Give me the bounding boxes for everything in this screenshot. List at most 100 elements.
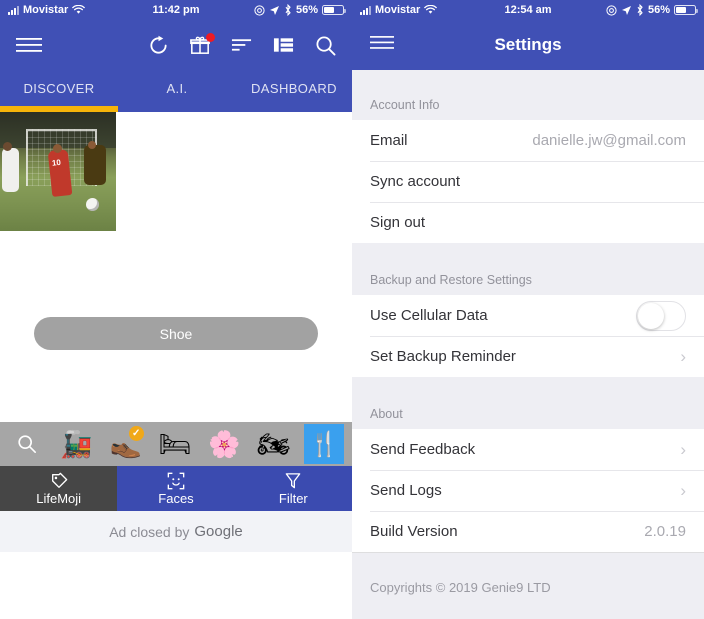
status-bar-carrier-group-right: Movistar [360,4,438,16]
toolbar-action-group [148,33,336,56]
settings-row-label: Email [370,132,408,149]
chevron-right-icon: › [680,440,686,459]
use-cellular-data-toggle[interactable] [636,300,686,331]
shoe-emoji[interactable]: 👞 ✓ [107,425,145,463]
funnel-icon [285,471,301,490]
cellular-signal-icon [360,5,371,15]
gift-notification-badge [206,33,215,42]
status-bar-carrier-group: Movistar [8,4,86,16]
primary-tab-bar: DISCOVER A.I. DASHBOARD [0,70,352,106]
toggle-knob [638,302,664,329]
wifi-icon [424,5,438,14]
app-header: DISCOVER A.I. DASHBOARD [0,20,352,112]
photo-thumbnail-soccer[interactable] [0,112,116,231]
tab-discover[interactable]: DISCOVER [0,81,118,96]
settings-screen: Movistar 12:54 am 56% Settings Account I… [352,0,704,619]
battery-percent-label: 56% [295,4,318,16]
page-title: Settings [494,35,562,54]
settings-row-build-version: Build Version 2.0.19 [352,511,704,552]
do-not-disturb-icon [254,4,265,16]
location-arrow-icon [269,5,279,15]
sort-icon[interactable] [231,36,252,54]
settings-row-use-cellular-data[interactable]: Use Cellular Data [352,295,704,336]
tag-icon [50,471,68,490]
gift-icon[interactable] [190,33,215,55]
bed-emoji[interactable]: 🛏 [156,425,194,463]
dual-screenshot: Movistar 11:42 pm 56% DISCOVER A.I. DASH… [0,0,704,619]
wifi-icon [72,5,86,14]
hamburger-menu-icon[interactable] [16,36,42,54]
ad-closed-text: Ad closed by [109,523,190,540]
chevron-right-icon: › [680,347,686,366]
bluetooth-icon [637,4,643,16]
section-header-about: About [352,377,704,429]
ad-closed-footer: Ad closed by Google [0,511,352,552]
flower-emoji[interactable]: 🌸 [205,425,243,463]
section-header-account-info: Account Info [352,70,704,120]
detected-label-pill[interactable]: Shoe [34,317,318,350]
cellular-signal-icon [8,5,19,15]
email-value: danielle.jw@gmail.com [532,132,686,149]
settings-row-label: Build Version [370,523,458,540]
bottom-tab-faces-label: Faces [158,491,194,506]
photo-soccer-ball [85,197,99,211]
bottom-tab-bar: LifeMoji Faces Filter [0,466,352,511]
list-view-icon[interactable] [273,36,294,54]
settings-row-sign-out[interactable]: Sign out [352,202,704,243]
settings-row-set-backup-reminder[interactable]: Set Backup Reminder › [352,336,704,377]
settings-row-label: Use Cellular Data [370,307,488,324]
battery-icon [674,5,698,15]
app-discover-screen: Movistar 11:42 pm 56% DISCOVER A.I. DASH… [0,0,352,619]
status-bar-right: Movistar 12:54 am 56% [352,0,704,20]
carrier-name: Movistar [375,4,421,16]
cutlery-emoji[interactable]: 🍴 [303,424,344,464]
battery-icon [322,5,346,15]
lifemoji-strip: 🚂 👞 ✓ 🛏 🌸 🏍 🍴 [0,422,352,466]
bottom-tab-lifemoji[interactable]: LifeMoji [0,466,118,511]
photo-grid: Shoe [0,112,352,422]
carrier-name: Movistar [23,4,69,16]
section-header-backup-restore: Backup and Restore Settings [352,243,704,295]
tank-emoji[interactable]: 🚂 [57,425,95,463]
settings-row-send-logs[interactable]: Send Logs › [352,470,704,511]
hamburger-menu-icon[interactable] [370,34,394,56]
bottom-tab-filter[interactable]: Filter [234,466,352,511]
bottom-tab-faces[interactable]: Faces [117,466,235,511]
app-toolbar [0,20,352,70]
bluetooth-icon [285,4,291,16]
settings-body: Account Info Email danielle.jw@gmail.com… [352,70,704,619]
tab-dashboard[interactable]: DASHBOARD [236,81,352,96]
chevron-right-icon: › [680,481,686,500]
tab-ai[interactable]: A.I. [118,81,236,96]
bottom-tab-filter-label: Filter [278,491,308,506]
google-wordmark: Google [194,523,243,540]
bottom-tab-lifemoji-label: LifeMoji [36,491,82,506]
copyright-text: Copyrights © 2019 Genie9 LTD [352,553,704,619]
search-icon[interactable] [8,425,46,463]
photo-goalkeeper-head [88,140,97,149]
settings-row-email[interactable]: Email danielle.jw@gmail.com [352,120,704,161]
label-pill-container: Shoe [0,317,352,350]
settings-row-label: Send Logs [370,482,442,499]
settings-row-label: Set Backup Reminder [370,348,516,365]
refresh-icon[interactable] [148,35,169,56]
settings-row-label: Sign out [370,214,426,231]
settings-row-sync-account[interactable]: Sync account [352,161,704,202]
photo-goalkeeper [83,145,106,186]
battery-percent-label: 56% [647,4,670,16]
settings-row-label: Sync account [370,173,461,190]
motorcycle-emoji[interactable]: 🏍 [255,425,293,463]
settings-header: Settings [352,20,704,70]
settings-row-label: Send Feedback [370,441,476,458]
shoe-selected-check-icon: ✓ [128,426,144,441]
photo-player-white [2,147,20,192]
status-bar-left: Movistar 11:42 pm 56% [0,0,352,20]
build-version-value: 2.0.19 [644,523,686,540]
face-scan-icon [167,471,185,490]
status-bar-indicators: 56% [606,4,698,16]
status-bar-indicators: 56% [254,4,346,16]
location-arrow-icon [621,5,631,15]
search-icon[interactable] [315,35,336,56]
do-not-disturb-icon [606,4,617,16]
settings-row-send-feedback[interactable]: Send Feedback › [352,429,704,470]
